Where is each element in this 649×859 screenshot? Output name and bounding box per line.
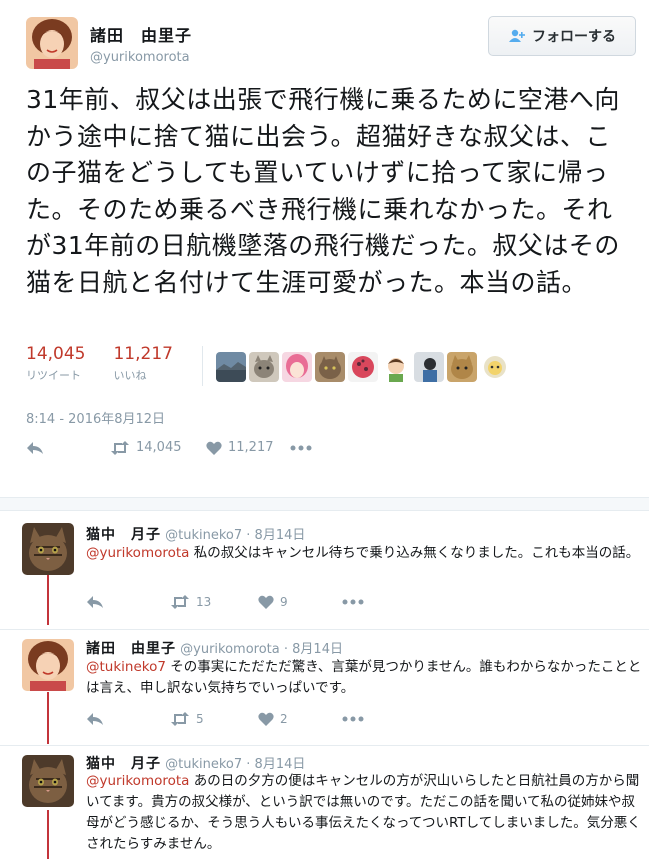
tweet-text: 31年前、叔父は出張で飛行機に乗るために空港へ向かう途中に捨て猫に出会う。超猫好… [26, 85, 620, 297]
avatar[interactable] [22, 523, 74, 575]
like-stat[interactable]: 11,217 いいね [113, 344, 172, 383]
more-button[interactable] [342, 716, 364, 722]
reply-button[interactable] [86, 595, 170, 609]
reply-time[interactable]: · 8月14日 [284, 642, 343, 657]
reply-tweet[interactable]: 諸田 由里子 @yurikomorota · 8月14日 @tukineko7 … [0, 629, 649, 745]
reply-button[interactable] [86, 712, 170, 726]
avatar[interactable] [22, 639, 74, 691]
retweet-icon [171, 595, 189, 609]
reply-button[interactable] [26, 441, 110, 455]
reply-actions: 13 9 [86, 595, 364, 609]
retweet-count: 5 [196, 712, 204, 726]
reply-body: 私の叔父はキャンセル待ちで乗り込み無くなりました。これも本当の話。 [189, 545, 640, 561]
reply-body: その事実にただただ驚き、言葉が見つかりません。誰もわからなかったこととは言え、申… [86, 659, 642, 696]
liker-avatar[interactable] [414, 352, 444, 382]
reply-tweet[interactable]: 猫中 月子 @tukineko7 · 8月14日 @yurikomorota 私… [0, 511, 649, 629]
more-icon [290, 445, 312, 450]
tweet-stats: 14,045 リツイート 11,217 いいね [26, 344, 201, 383]
like-label: いいね [113, 369, 147, 382]
retweet-count: 14,045 [26, 344, 86, 364]
reply-author-name[interactable]: 猫中 月子 [86, 527, 161, 543]
like-count: 2 [280, 712, 288, 726]
mention-link[interactable]: @yurikomorota [86, 773, 189, 789]
like-count: 11,217 [113, 344, 173, 364]
reply-time[interactable]: · 8月14日 [246, 757, 305, 772]
liker-avatars [216, 352, 510, 382]
reply-text: @yurikomorota 私の叔父はキャンセル待ちで乗り込み無くなりました。こ… [86, 543, 642, 564]
retweet-icon [171, 712, 189, 726]
liker-avatar[interactable] [315, 352, 345, 382]
like-button[interactable]: 2 [258, 712, 342, 726]
reply-author-handle[interactable]: @tukineko7 [165, 528, 242, 543]
retweet-icon [111, 440, 129, 455]
more-icon [342, 716, 364, 722]
avatar[interactable] [26, 17, 78, 69]
like-action-count: 11,217 [228, 440, 274, 455]
reply-author-handle[interactable]: @tukineko7 [165, 757, 242, 772]
stats-divider [202, 346, 203, 386]
like-button[interactable]: 9 [258, 595, 342, 609]
liker-avatar[interactable] [480, 352, 510, 382]
follow-button[interactable]: フォローする [488, 16, 636, 56]
reply-time[interactable]: · 8月14日 [246, 528, 305, 543]
more-button[interactable] [342, 599, 364, 605]
liker-avatar[interactable] [348, 352, 378, 382]
follow-person-icon [509, 29, 525, 42]
main-tweet: 諸田 由里子 @yurikomorota フォローする 31年前、叔父は出張で飛… [0, 0, 649, 497]
retweet-stat[interactable]: 14,045 リツイート [26, 344, 85, 383]
retweet-label: リツイート [26, 369, 81, 382]
like-count: 9 [280, 595, 288, 609]
mention-link[interactable]: @yurikomorota [86, 545, 189, 561]
reply-header: 猫中 月子 @tukineko7 · 8月14日 [86, 753, 305, 773]
liker-avatar[interactable] [447, 352, 477, 382]
reply-text: @yurikomorota あの日の夕方の便はキャンセルの方が沢山いらしたと日航… [86, 771, 642, 855]
like-button[interactable]: 11,217 [206, 440, 290, 455]
reply-header: 猫中 月子 @tukineko7 · 8月14日 [86, 524, 305, 544]
retweet-button[interactable]: 13 [170, 595, 258, 609]
mention-link[interactable]: @tukineko7 [86, 659, 166, 675]
reply-author-handle[interactable]: @yurikomorota [180, 642, 280, 657]
avatar[interactable] [22, 755, 74, 807]
tweet-actions: 14,045 11,217 [26, 440, 312, 455]
reply-icon [87, 596, 103, 608]
reply-icon [87, 713, 103, 725]
reply-author-name[interactable]: 猫中 月子 [86, 756, 161, 772]
reply-text: @tukineko7 その事実にただただ驚き、言葉が見つかりません。誰もわからな… [86, 657, 642, 699]
liker-avatar[interactable] [381, 352, 411, 382]
retweet-button[interactable]: 14,045 [110, 440, 206, 455]
heart-icon [258, 595, 274, 609]
liker-avatar[interactable] [282, 352, 312, 382]
reply-header: 諸田 由里子 @yurikomorota · 8月14日 [86, 638, 343, 658]
retweet-action-count: 14,045 [136, 440, 182, 455]
more-button[interactable] [290, 445, 312, 451]
author-handle[interactable]: @yurikomorota [90, 50, 190, 65]
heart-icon [258, 712, 274, 726]
more-icon [342, 599, 364, 605]
heart-icon [206, 441, 222, 455]
retweet-button[interactable]: 5 [170, 712, 258, 726]
follow-label: フォローする [532, 29, 616, 45]
author-name[interactable]: 諸田 由里子 [90, 22, 192, 46]
reply-author-name[interactable]: 諸田 由里子 [86, 641, 176, 657]
liker-avatar[interactable] [249, 352, 279, 382]
retweet-count: 13 [196, 595, 212, 609]
liker-avatar[interactable] [216, 352, 246, 382]
tweet-timestamp[interactable]: 8:14 - 2016年8月12日 [26, 408, 165, 427]
reply-actions: 5 2 [86, 712, 364, 726]
section-separator [0, 497, 649, 511]
reply-icon [27, 441, 43, 454]
reply-tweet[interactable]: 猫中 月子 @tukineko7 · 8月14日 @yurikomorota あ… [0, 745, 649, 859]
